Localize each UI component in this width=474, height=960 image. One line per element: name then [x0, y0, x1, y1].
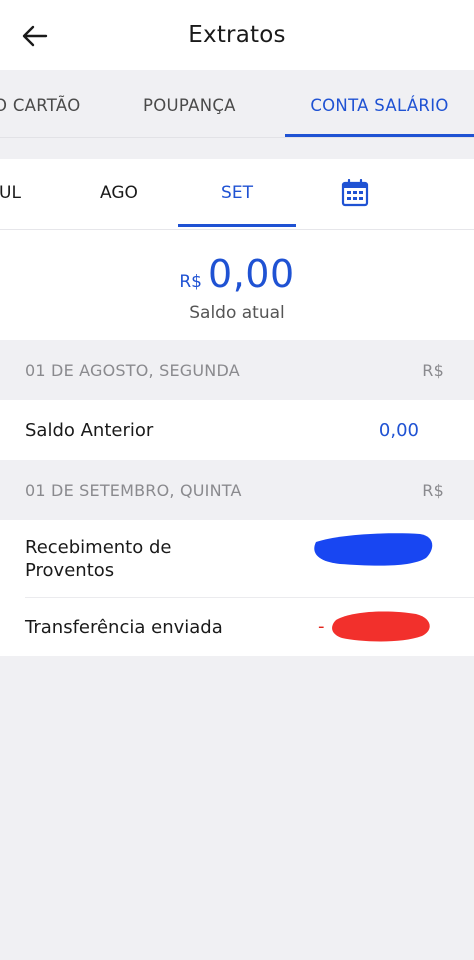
debit-sign: -: [318, 616, 325, 637]
balance-amount: R$ 0,00: [0, 252, 474, 296]
transaction-label: Recebimento de Proventos: [25, 537, 172, 581]
day-header-date: 01 DE AGOSTO, SEGUNDA: [25, 360, 240, 380]
arrow-left-icon: [22, 25, 48, 47]
balance-panel: R$ 0,00 Saldo atual: [0, 230, 474, 340]
tab-conta-salario[interactable]: CONTA SALÁRIO: [285, 70, 474, 140]
statements-screen: Extratos O CARTÃO POUPANÇA CONTA SALÁRIO…: [0, 0, 474, 960]
account-tabs: O CARTÃO POUPANÇA CONTA SALÁRIO: [0, 70, 474, 140]
month-tab-set[interactable]: SET: [178, 159, 296, 227]
day-header: 01 DE SETEMBRO, QUINTA R$: [0, 460, 474, 520]
balance-currency: R$: [179, 272, 203, 292]
balance-value: 0,00: [208, 252, 295, 296]
selected-month-indicator: [178, 224, 296, 227]
tab-cartao[interactable]: O CARTÃO: [0, 70, 81, 140]
day-header-currency: R$: [422, 480, 444, 500]
redaction-mark: [332, 611, 430, 642]
app-header: Extratos: [0, 0, 474, 70]
redaction-mark: [314, 533, 433, 566]
back-button[interactable]: [20, 22, 50, 50]
divider: [0, 137, 474, 138]
day-header-date: 01 DE SETEMBRO, QUINTA: [25, 480, 242, 500]
transaction-label: Saldo Anterior: [25, 419, 154, 441]
month-selector: UL AGO SET: [0, 159, 474, 229]
calendar-button[interactable]: [338, 176, 372, 210]
transaction-value: 0,00: [378, 419, 419, 441]
day-header: 01 DE AGOSTO, SEGUNDA R$: [0, 340, 474, 400]
day-header-currency: R$: [422, 360, 444, 380]
month-tab-jul[interactable]: UL: [0, 159, 30, 227]
month-tab-ago[interactable]: AGO: [78, 159, 160, 227]
balance-label: Saldo atual: [189, 303, 285, 323]
tab-poupanca[interactable]: POUPANÇA: [143, 70, 236, 140]
transaction-row[interactable]: Saldo Anterior 0,00: [0, 400, 474, 460]
calendar-icon: [341, 179, 369, 207]
page-title: Extratos: [188, 22, 286, 48]
